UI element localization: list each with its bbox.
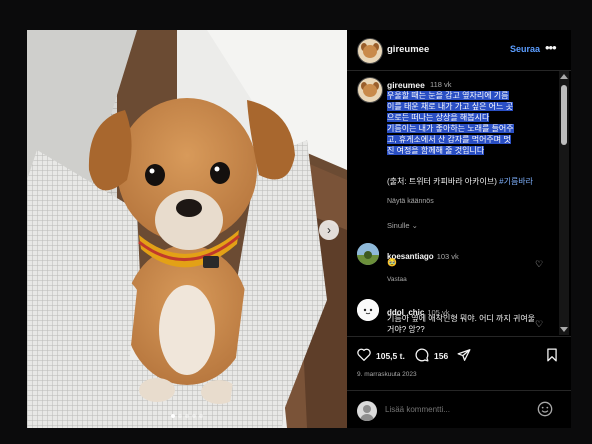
carousel-dots: [27, 414, 347, 418]
add-comment-input[interactable]: [385, 405, 525, 414]
heart-icon[interactable]: ♡: [535, 320, 544, 329]
landscape-avatar-image: [357, 243, 379, 265]
sort-dropdown[interactable]: Sinulle ⌄: [387, 221, 418, 230]
follow-button[interactable]: Seuraa: [510, 44, 540, 54]
hashtag-link[interactable]: #기름바라: [499, 177, 533, 186]
caption-text: 우울할 때는 눈을 감고 옆자리에 기름 이를 태운 채로 내가 가고 싶은 어…: [387, 90, 555, 156]
caption-line: 이를 태운 채로 내가 가고 싶은 어느 곳: [387, 102, 513, 111]
caption-line: 기름이는 내가 좋아하는 노래를 들어주: [387, 124, 514, 133]
next-slide-button[interactable]: ›: [319, 220, 339, 240]
comments-scrollbar[interactable]: [559, 71, 569, 335]
post-details-pane: gireumee Seuraa ••• gireumee 118 vk 우울할 …: [347, 30, 571, 428]
post-photo[interactable]: ›: [27, 30, 347, 428]
caption-line: 진 여정을 함께해 줄 것입니다: [387, 146, 485, 155]
caption-line: 으로든 떠나는 상상을 해봅시다: [387, 113, 490, 122]
caption-source: (출처: 트위터 카피바라 아카이브) #기름바라: [387, 176, 557, 187]
post-header: gireumee Seuraa •••: [347, 30, 571, 71]
avatar[interactable]: [357, 38, 383, 64]
comment-text: 🥹: [387, 258, 397, 267]
comment-text: 기름아 옆에 애착인형 뭐야. 어디 까지 귀여울거야? 앙??: [387, 314, 536, 334]
header-username[interactable]: gireumee: [387, 44, 429, 55]
comments-list[interactable]: gireumee 118 vk 우울할 때는 눈을 감고 옆자리에 기름 이를 …: [347, 71, 559, 335]
caption-line: 우울할 때는 눈을 감고 옆자리에 기름: [387, 91, 509, 100]
see-translation-link[interactable]: Näytä käännös: [387, 198, 434, 205]
emoji-icon[interactable]: [537, 401, 553, 417]
avatar[interactable]: [357, 299, 379, 321]
heart-icon[interactable]: ♡: [535, 260, 544, 269]
caption-time: 118 vk: [430, 80, 452, 89]
dog-photo-illustration: [27, 30, 347, 428]
reply-button[interactable]: Vastaa: [387, 276, 407, 283]
carousel-dot: [192, 414, 196, 418]
scroll-thumb[interactable]: [561, 85, 567, 145]
source-text: (출처: 트위터 카피바라 아카이브): [387, 177, 497, 186]
post-modal: › gireumee Seuraa ••• gireumee 118 vk 우울…: [27, 30, 571, 428]
scroll-up-arrow-icon[interactable]: [560, 74, 568, 79]
carousel-dot: [171, 414, 175, 418]
comment-count[interactable]: 156: [434, 351, 448, 361]
post-date: 9. marraskuuta 2023: [357, 371, 417, 378]
share-icon[interactable]: [457, 348, 471, 362]
cat-avatar-image: [357, 299, 379, 321]
bookmark-icon[interactable]: [546, 348, 558, 362]
scroll-down-arrow-icon[interactable]: [560, 327, 568, 332]
caption-username[interactable]: gireumee: [387, 80, 425, 90]
avatar: [357, 401, 377, 421]
carousel-dot: [178, 414, 182, 418]
add-comment-bar: [347, 390, 571, 428]
avatar[interactable]: [357, 243, 379, 265]
more-horizontal-icon[interactable]: •••: [545, 40, 557, 55]
likes-count[interactable]: 105,5 t.: [376, 351, 405, 361]
comment-icon[interactable]: [415, 348, 429, 362]
carousel-dot: [199, 414, 203, 418]
avatar[interactable]: [357, 77, 383, 103]
carousel-dot: [185, 414, 189, 418]
post-actions: 105,5 t. 156 9. marraskuuta 2023: [347, 336, 571, 387]
heart-icon[interactable]: [357, 348, 371, 361]
caption-line: 고, 휴게소에서 산 감자를 먹어주며 멋: [387, 135, 511, 144]
